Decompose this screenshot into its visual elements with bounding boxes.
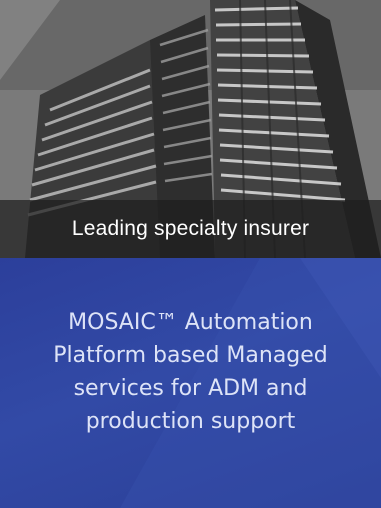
description-line-3: services for ADM and	[73, 376, 308, 401]
description-line-1: MOSAIC™ Automation	[68, 310, 313, 335]
card-caption: Leading specialty insurer	[71, 217, 310, 240]
description-line-2: Platform based Managed	[53, 343, 328, 368]
description-line-4: production support	[85, 409, 296, 434]
caption-bar: Leading specialty insurer	[0, 200, 381, 258]
case-study-card: Leading specialty insurer MOSAIC™ Automa…	[0, 0, 381, 508]
card-description: MOSAIC™ Automation Platform based Manage…	[10, 306, 371, 438]
description-panel: MOSAIC™ Automation Platform based Manage…	[0, 258, 381, 508]
